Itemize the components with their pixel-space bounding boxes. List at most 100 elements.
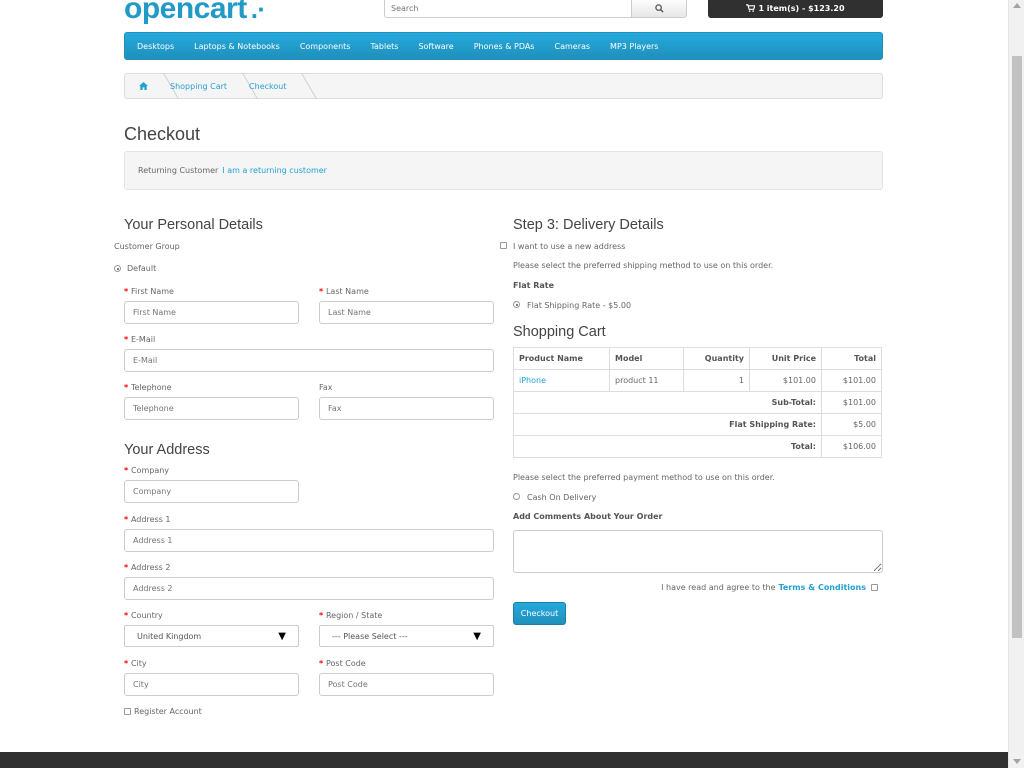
vertical-scrollbar[interactable] <box>1008 0 1024 768</box>
product-unit-price: $101.00 <box>749 369 822 392</box>
product-quantity: 1 <box>683 369 750 392</box>
menu-item-desktops[interactable]: Desktops <box>137 42 174 51</box>
menu-item-software[interactable]: Software <box>418 42 453 51</box>
flat-rate-heading: Flat Rate <box>513 281 555 290</box>
address2-input[interactable] <box>124 577 494 600</box>
personal-details-heading: Your Personal Details <box>124 217 263 233</box>
page-footer <box>0 752 1008 768</box>
cart-table: Product Name Model Quantity Unit Price T… <box>513 347 882 458</box>
first-name-label: First Name <box>124 287 174 296</box>
flat-rate-radio[interactable] <box>513 301 520 308</box>
last-name-input[interactable] <box>319 301 494 324</box>
address-heading: Your Address <box>124 442 210 458</box>
fax-label: Fax <box>319 383 333 392</box>
subtotal-value: $101.00 <box>821 391 882 414</box>
product-link[interactable]: iPhone <box>519 376 546 385</box>
scroll-down-icon[interactable] <box>1013 759 1021 764</box>
col-model: Model <box>609 347 684 370</box>
main-menu: Desktops Laptops & Notebooks Components … <box>124 32 883 60</box>
search-icon <box>654 3 664 13</box>
comments-textarea[interactable] <box>513 530 883 573</box>
total-value: $106.00 <box>821 435 882 458</box>
last-name-label: Last Name <box>319 287 369 296</box>
postcode-input[interactable] <box>319 673 494 696</box>
breadcrumb-shopping-cart[interactable]: Shopping Cart <box>170 73 249 99</box>
city-input[interactable] <box>124 673 299 696</box>
region-select[interactable]: --- Please Select --- ▼ <box>319 625 494 647</box>
menu-item-mp3[interactable]: MP3 Players <box>610 42 658 51</box>
menu-item-components[interactable]: Components <box>300 42 351 51</box>
scroll-up-icon[interactable] <box>1013 3 1021 8</box>
country-label: Country <box>124 611 163 620</box>
returning-customer-label: Returning Customer <box>138 166 219 175</box>
opencart-logo[interactable]: opencart .· <box>124 0 266 26</box>
telephone-label: Telephone <box>124 383 172 392</box>
shipping-method-prompt: Please select the preferred shipping met… <box>513 261 774 270</box>
shopping-cart-heading: Shopping Cart <box>513 324 606 340</box>
email-input[interactable] <box>124 349 494 372</box>
telephone-input[interactable] <box>124 397 299 420</box>
terms-link[interactable]: Terms & Conditions <box>779 583 866 592</box>
country-select[interactable]: United Kingdom ▼ <box>124 625 299 647</box>
fax-input[interactable] <box>319 397 494 420</box>
region-value: --- Please Select --- <box>332 631 408 641</box>
menu-item-phones[interactable]: Phones & PDAs <box>474 42 535 51</box>
new-address-checkbox[interactable] <box>500 242 507 249</box>
shipping-label: Flat Shipping Rate: <box>513 413 822 436</box>
region-label: Region / State <box>319 611 382 620</box>
address1-input[interactable] <box>124 529 494 552</box>
breadcrumb: Shopping Cart Checkout <box>124 73 883 99</box>
customer-group-label: Customer Group <box>114 242 180 251</box>
col-quantity: Quantity <box>683 347 750 370</box>
company-input[interactable] <box>124 480 299 503</box>
delivery-heading: Step 3: Delivery Details <box>513 217 664 233</box>
search-bar <box>384 0 687 18</box>
product-total: $101.00 <box>821 369 882 392</box>
menu-item-cameras[interactable]: Cameras <box>554 42 590 51</box>
city-label: City <box>124 659 147 668</box>
new-address-label: I want to use a new address <box>513 242 626 251</box>
total-label: Total: <box>513 435 822 458</box>
payment-method-prompt: Please select the preferred payment meth… <box>513 473 775 482</box>
breadcrumb-home[interactable] <box>139 73 170 99</box>
logo-mark: .· <box>250 0 266 24</box>
menu-item-tablets[interactable]: Tablets <box>370 42 398 51</box>
first-name-input[interactable] <box>124 301 299 324</box>
company-label: Company <box>124 466 169 475</box>
register-account-checkbox[interactable] <box>124 708 131 715</box>
col-total: Total <box>821 347 882 370</box>
shipping-value: $5.00 <box>821 413 882 436</box>
cart-header-row: Product Name Model Quantity Unit Price T… <box>513 347 882 370</box>
address1-label: Address 1 <box>124 515 171 524</box>
page-title: Checkout <box>124 124 201 144</box>
returning-customer-panel: Returning Customer I am a returning cust… <box>124 151 883 190</box>
shipping-row: Flat Shipping Rate: $5.00 <box>513 413 882 436</box>
total-row: Total: $106.00 <box>513 435 882 458</box>
shopping-cart-icon <box>746 4 756 12</box>
menu-item-laptops[interactable]: Laptops & Notebooks <box>194 42 280 51</box>
col-unit-price: Unit Price <box>749 347 822 370</box>
postcode-label: Post Code <box>319 659 366 668</box>
terms-checkbox[interactable] <box>871 584 878 591</box>
col-product-name: Product Name <box>513 347 610 370</box>
flat-rate-label: Flat Shipping Rate - $5.00 <box>527 301 632 310</box>
table-row: iPhone product 11 1 $101.00 $101.00 <box>513 369 882 392</box>
customer-group-default-label: Default <box>127 264 157 273</box>
email-label: E-Mail <box>124 335 155 344</box>
returning-customer-link[interactable]: I am a returning customer <box>222 166 327 175</box>
cart-total: 1 item(s) - $123.20 <box>758 3 845 13</box>
product-model: product 11 <box>609 369 684 392</box>
dropdown-arrow-icon: ▼ <box>278 630 286 642</box>
checkout-button[interactable]: Checkout <box>513 602 566 625</box>
subtotal-label: Sub-Total: <box>513 391 822 414</box>
scrollbar-thumb[interactable] <box>1012 56 1022 638</box>
search-button[interactable] <box>631 0 687 18</box>
search-input[interactable] <box>384 0 631 18</box>
breadcrumb-checkout[interactable]: Checkout <box>249 73 308 99</box>
country-value: United Kingdom <box>137 631 202 641</box>
cart-button[interactable]: 1 item(s) - $123.20 <box>708 0 883 18</box>
cash-on-delivery-radio[interactable] <box>513 493 520 500</box>
customer-group-default-radio[interactable] <box>114 265 121 272</box>
dropdown-arrow-icon: ▼ <box>473 630 481 642</box>
cash-on-delivery-label: Cash On Delivery <box>527 493 597 502</box>
